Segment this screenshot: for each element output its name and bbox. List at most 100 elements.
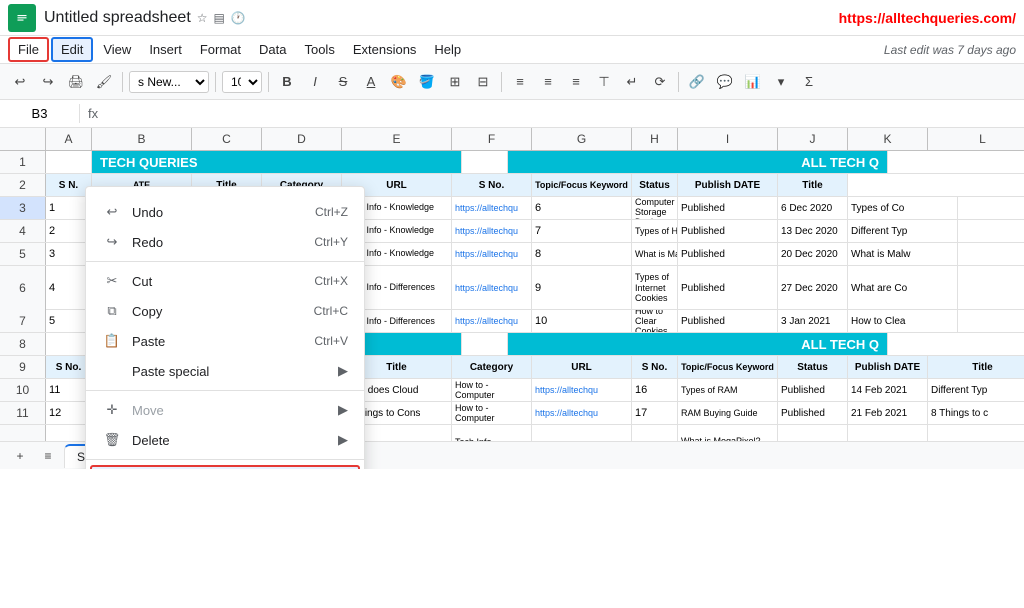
link-btn[interactable]: 🔗 <box>685 70 709 94</box>
col-d[interactable]: D <box>262 128 342 150</box>
history-icon[interactable]: 🕐 <box>231 11 246 25</box>
ctx-undo[interactable]: ↩ Undo Ctrl+Z <box>86 197 364 227</box>
cell-5h[interactable]: What is Malware <box>632 243 678 265</box>
cell-1a[interactable] <box>46 151 92 173</box>
cell-11l[interactable]: 8 Things to c <box>928 402 1024 424</box>
font-selector[interactable]: s New... <box>129 71 209 93</box>
cell-9k[interactable]: Publish DATE <box>848 356 928 378</box>
cell-6f[interactable]: https://alltechqu <box>452 266 532 310</box>
redo-btn[interactable]: ↪ <box>36 70 60 94</box>
cell-6i[interactable]: Published <box>678 266 778 310</box>
rotate-btn[interactable]: ⟳ <box>648 70 672 94</box>
cell-5i[interactable]: Published <box>678 243 778 265</box>
ctx-copy[interactable]: ⧉ Copy Ctrl+C <box>86 296 364 326</box>
cell-9f[interactable]: Category <box>452 356 532 378</box>
menu-extensions[interactable]: Extensions <box>345 39 425 60</box>
text-wrap-btn[interactable]: ↵ <box>620 70 644 94</box>
add-sheet-btn[interactable]: + <box>8 444 32 468</box>
ctx-find-replace[interactable]: 🔍 Find and replace Ctrl+H <box>90 465 360 469</box>
cell-3f[interactable]: https://alltechqu <box>452 197 532 219</box>
cell-7f[interactable]: https://alltechqu <box>452 310 532 332</box>
bold-btn[interactable]: B <box>275 70 299 94</box>
merge-btn[interactable]: ⊟ <box>471 70 495 94</box>
filter-btn[interactable]: ▾ <box>769 70 793 94</box>
cell-11g[interactable]: https://alltechqu <box>532 402 632 424</box>
cell-3j[interactable]: 6 Dec 2020 <box>778 197 848 219</box>
cell-5l[interactable]: What is Malw <box>848 243 958 265</box>
paint-format-btn[interactable]: 🖌 <box>92 70 116 94</box>
cell-2j[interactable]: Title <box>778 174 848 196</box>
cell-10j[interactable]: Published <box>778 379 848 401</box>
cell-2f[interactable]: S No. <box>452 174 532 196</box>
cell-6g[interactable]: 9 <box>532 266 632 310</box>
underline-btn[interactable]: A <box>359 70 383 94</box>
col-e[interactable]: E <box>342 128 452 150</box>
cell-11f[interactable]: How to - Computer <box>452 402 532 424</box>
menu-help[interactable]: Help <box>426 39 469 60</box>
formula-input[interactable] <box>106 104 1024 123</box>
formula-btn[interactable]: Σ <box>797 70 821 94</box>
col-c[interactable]: C <box>192 128 262 150</box>
col-k[interactable]: K <box>848 128 928 150</box>
cell-2i[interactable]: Publish DATE <box>678 174 778 196</box>
cell-2g[interactable]: Topic/Focus Keyword <box>532 174 632 196</box>
cell-2h[interactable]: Status <box>632 174 678 196</box>
strikethrough-btn[interactable]: S <box>331 70 355 94</box>
size-selector[interactable]: 10 <box>222 71 262 93</box>
cell-7g[interactable]: 10 <box>532 310 632 332</box>
cell-4i[interactable]: Published <box>678 220 778 242</box>
cell-1h[interactable] <box>462 151 508 173</box>
menu-view[interactable]: View <box>95 39 139 60</box>
menu-tools[interactable]: Tools <box>296 39 342 60</box>
align-right-btn[interactable]: ≡ <box>564 70 588 94</box>
col-i[interactable]: I <box>678 128 778 150</box>
menu-data[interactable]: Data <box>251 39 294 60</box>
cell-7h[interactable]: How to Clear Cookies <box>632 310 678 332</box>
cell-4f[interactable]: https://alltechqu <box>452 220 532 242</box>
cell-10g[interactable]: https://alltechqu <box>532 379 632 401</box>
col-a[interactable]: A <box>46 128 92 150</box>
col-l[interactable]: L <box>928 128 1024 150</box>
col-j[interactable]: J <box>778 128 848 150</box>
watermark-link[interactable]: https://alltechqueries.com/ <box>839 10 1016 26</box>
cell-6h[interactable]: Types of Internet Cookies <box>632 266 678 310</box>
menu-insert[interactable]: Insert <box>141 39 190 60</box>
cell-4l[interactable]: Different Typ <box>848 220 958 242</box>
menu-edit[interactable]: Edit <box>51 37 93 62</box>
text-color-btn[interactable]: 🎨 <box>387 70 411 94</box>
cell-7l[interactable]: How to Clea <box>848 310 958 332</box>
cell-name-box[interactable]: B3 <box>0 104 80 123</box>
chart-btn[interactable]: 📊 <box>741 70 765 94</box>
cell-4g[interactable]: 7 <box>532 220 632 242</box>
col-b[interactable]: B <box>92 128 192 150</box>
cell-5f[interactable]: https://alltechqu <box>452 243 532 265</box>
star-icon[interactable]: ☆ <box>197 11 208 25</box>
cell-6l[interactable]: What are Co <box>848 266 958 310</box>
col-f[interactable]: F <box>452 128 532 150</box>
ctx-delete[interactable]: 🗑 Delete ▶ <box>86 425 364 455</box>
menu-file[interactable]: File <box>8 37 49 62</box>
align-center-btn[interactable]: ≡ <box>536 70 560 94</box>
fill-color-btn[interactable]: 🪣 <box>415 70 439 94</box>
cell-10i[interactable]: Types of RAM <box>678 379 778 401</box>
cell-11j[interactable]: Published <box>778 402 848 424</box>
cell-7j[interactable]: 3 Jan 2021 <box>778 310 848 332</box>
cell-11i[interactable]: RAM Buying Guide <box>678 402 778 424</box>
cell-3i[interactable]: Published <box>678 197 778 219</box>
cell-9h[interactable]: S No. <box>632 356 678 378</box>
cell-5j[interactable]: 20 Dec 2020 <box>778 243 848 265</box>
drive-icon[interactable]: ▤ <box>214 11 225 25</box>
cell-10l[interactable]: Different Typ <box>928 379 1024 401</box>
cell-8h[interactable] <box>462 333 508 355</box>
print-btn[interactable]: 🖨 <box>64 70 88 94</box>
cell-9l[interactable]: Title <box>928 356 1024 378</box>
ctx-redo[interactable]: ↪ Redo Ctrl+Y <box>86 227 364 257</box>
cell-9j[interactable]: Status <box>778 356 848 378</box>
comment-btn[interactable]: 💬 <box>713 70 737 94</box>
menu-format[interactable]: Format <box>192 39 249 60</box>
ctx-paste[interactable]: 📋 Paste Ctrl+V <box>86 326 364 356</box>
cell-11h[interactable]: 17 <box>632 402 678 424</box>
col-h[interactable]: H <box>632 128 678 150</box>
cell-6j[interactable]: 27 Dec 2020 <box>778 266 848 310</box>
cell-10f[interactable]: How to - Computer <box>452 379 532 401</box>
